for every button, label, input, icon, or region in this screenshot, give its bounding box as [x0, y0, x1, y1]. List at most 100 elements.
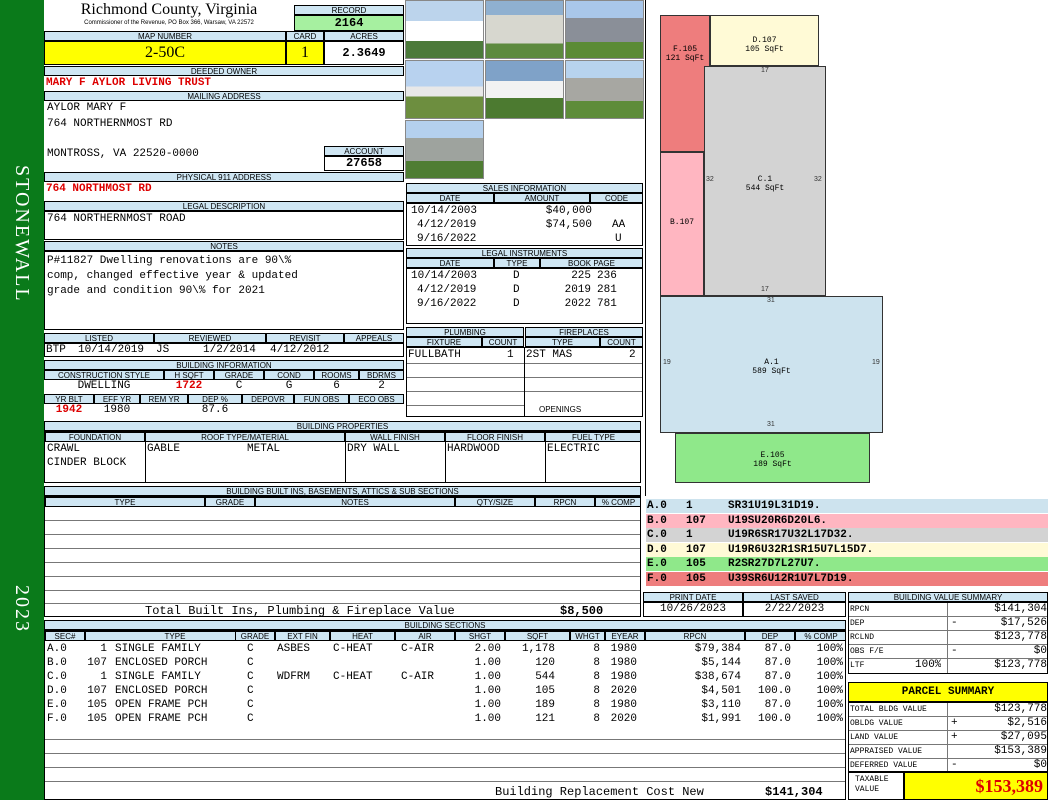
outbuilding-photo[interactable] — [405, 60, 484, 119]
section-comp: 100% — [816, 643, 843, 655]
fireplace-count: 2 — [629, 349, 636, 361]
section-shgt: 1.00 — [474, 685, 501, 697]
sketch-legend-row: B.0 107 U19SU20R6D20L6. — [646, 513, 1048, 528]
vs-ltf-pct: 100% — [915, 659, 942, 671]
section-rpcn: $1,991 — [701, 713, 741, 725]
section-row[interactable]: A.0 1 SINGLE FAMILY C ASBES C-HEAT C-AIR 2.00 1,… — [45, 643, 845, 657]
sketch-legend-row: D.0 107 U19R6U32R1SR15U7L15D7. — [646, 542, 1048, 557]
ps-land-label: LAND VALUE — [850, 733, 899, 742]
floor-finish: HARDWOOD — [447, 443, 500, 455]
depreciation-pct: 87.6 — [201, 404, 229, 416]
outbuilding-photo[interactable] — [485, 60, 564, 119]
bi2-h-rpcn: RPCN — [535, 497, 595, 507]
tax-year: 2023 — [11, 585, 33, 633]
vs-obs: $0 — [1033, 645, 1047, 657]
legend-path: SR31U19L31D19. — [728, 500, 821, 512]
section-air: C-AIR — [401, 643, 435, 655]
sketch-area-d[interactable]: D.107 105 SqFt — [710, 15, 819, 66]
section-type: SINGLE FAMILY — [115, 671, 201, 683]
house-photo[interactable] — [565, 60, 644, 119]
fire-h-count: COUNT — [600, 337, 643, 347]
prop-h-foundation: FOUNDATION — [45, 432, 145, 442]
sketch-area-e[interactable]: E.105 189 SqFt — [675, 433, 870, 483]
section-type: ENCLOSED PORCH — [115, 657, 208, 669]
bi2-h-qty: QTY/SIZE — [455, 497, 535, 507]
sketch-area-a[interactable]: A.1 589 SqFt — [660, 296, 883, 433]
parcel-summary-title: PARCEL SUMMARY — [848, 682, 1048, 702]
section-grade: C — [247, 657, 254, 669]
sec-h-grade: GRADE — [235, 631, 275, 641]
foundation-2: CINDER BLOCK — [47, 457, 127, 469]
plumb-h-count: COUNT — [482, 337, 524, 347]
house-photo[interactable] — [405, 120, 484, 179]
wall-finish: DRY WALL — [347, 443, 400, 455]
bi-h-remyr: REM YR — [140, 394, 188, 404]
section-eyear: 1980 — [610, 671, 637, 683]
vs-obs-label: OBS F/E — [850, 647, 884, 656]
sketch-area-c[interactable]: C.1 544 SqFt — [704, 66, 826, 296]
section-heat: C-HEAT — [333, 671, 373, 683]
sketch-area-sqft: 544 SqFt — [745, 184, 785, 193]
section-heat: C-HEAT — [333, 643, 373, 655]
instrument-date: 9/16/2022 — [417, 298, 477, 310]
house-photo[interactable] — [405, 0, 484, 59]
section-id: C.0 — [47, 671, 67, 683]
mailing-line-2: 764 NORTHERNMOST RD — [47, 118, 173, 130]
sketch-dim: 17 — [761, 67, 769, 74]
value-summary-table: RPCN $141,304 DEP - $17,526 RCLND $123,7… — [848, 602, 1048, 674]
vs-ltf: $123,778 — [994, 659, 1047, 671]
bi-h-rooms: ROOMS — [314, 370, 359, 380]
sales-h-amount: AMOUNT — [494, 193, 590, 203]
bi-h-depovr: DEPOVR — [242, 394, 294, 404]
section-row[interactable]: B.0 107 ENCLOSED PORCH C 1.00 120 8 1980 $5,144 8… — [45, 657, 845, 671]
account-label: ACCOUNT — [324, 146, 404, 156]
section-comp: 100% — [816, 713, 843, 725]
sketch-area-sqft: 589 SqFt — [752, 367, 791, 376]
bi-h-hsqft: H SQFT — [164, 370, 214, 380]
sketch-dim: 32 — [814, 176, 822, 183]
section-row[interactable]: E.0 105 OPEN FRAME PCH C 1.00 189 8 1980 $3,110 8… — [45, 699, 845, 713]
section-whgt: 8 — [593, 657, 600, 669]
sketch-area-f[interactable]: F.105 121 SqFt — [660, 15, 710, 152]
bi-h-bdrms: BDRMS — [359, 370, 404, 380]
section-whgt: 8 — [593, 671, 600, 683]
section-row[interactable]: D.0 107 ENCLOSED PORCH C 1.00 105 8 2020 $4,501 1… — [45, 685, 845, 699]
vs-dep-sign: - — [951, 617, 958, 629]
acres-label: ACRES — [324, 31, 404, 41]
deeded-owner-label: DEEDED OWNER — [44, 66, 404, 76]
section-grade: C — [247, 713, 254, 725]
ps-deferred-label: DEFERRED VALUE — [850, 761, 918, 770]
mailing-line-3: MONTROSS, VA 22520-0000 — [47, 148, 199, 160]
bi2-h-type: TYPE — [45, 497, 205, 507]
building-info-label: BUILDING INFORMATION — [44, 360, 404, 370]
section-row[interactable]: C.0 1 SINGLE FAMILY C WDFRM C-HEAT C-AIR 1.00 54… — [45, 671, 845, 685]
sketch-area-b[interactable]: B.107 — [660, 152, 704, 296]
plumb-h-fixture: FIXTURE — [406, 337, 482, 347]
section-dep: 87.0 — [764, 657, 791, 669]
bi2-h-grade: GRADE — [205, 497, 255, 507]
section-grade: C — [247, 671, 254, 683]
building-sections-table: SEC# TYPE GRADE EXT FIN HEAT AIR SHGT SQ… — [44, 630, 846, 800]
account-number: 27658 — [324, 156, 404, 171]
sketch-area-sqft: 105 SqFt — [745, 45, 784, 54]
building-sketch: F.105 121 SqFt D.107 105 SqFt C.1 544 Sq… — [645, 0, 1050, 496]
section-comp: 100% — [816, 699, 843, 711]
house-photo[interactable] — [565, 0, 644, 59]
building-properties-label: BUILDING PROPERTIES — [44, 421, 641, 431]
section-whgt: 8 — [593, 685, 600, 697]
legend-sec: B.0 — [647, 514, 667, 527]
building-sections-label: BUILDING SECTIONS — [44, 620, 846, 630]
listed-label: LISTED — [44, 333, 154, 343]
house-photo[interactable] — [485, 0, 564, 59]
section-comp: 100% — [816, 671, 843, 683]
reviewed-by: JS — [156, 344, 170, 356]
section-comp: 100% — [816, 685, 843, 697]
sketch-area-id: A.1 — [764, 358, 779, 367]
bi-h-effyr: EFF YR — [94, 394, 140, 404]
sec-h-heat: HEAT — [330, 631, 395, 641]
instrument-date: 10/14/2003 — [411, 270, 478, 282]
instrument-book: 2019 — [564, 284, 591, 296]
builtins-total-value: $8,500 — [560, 604, 604, 617]
legal-description-box: 764 NORTHERNMOST ROAD — [44, 211, 404, 240]
section-row[interactable]: F.0 105 OPEN FRAME PCH C 1.00 121 8 2020 $1,991 1… — [45, 713, 845, 727]
